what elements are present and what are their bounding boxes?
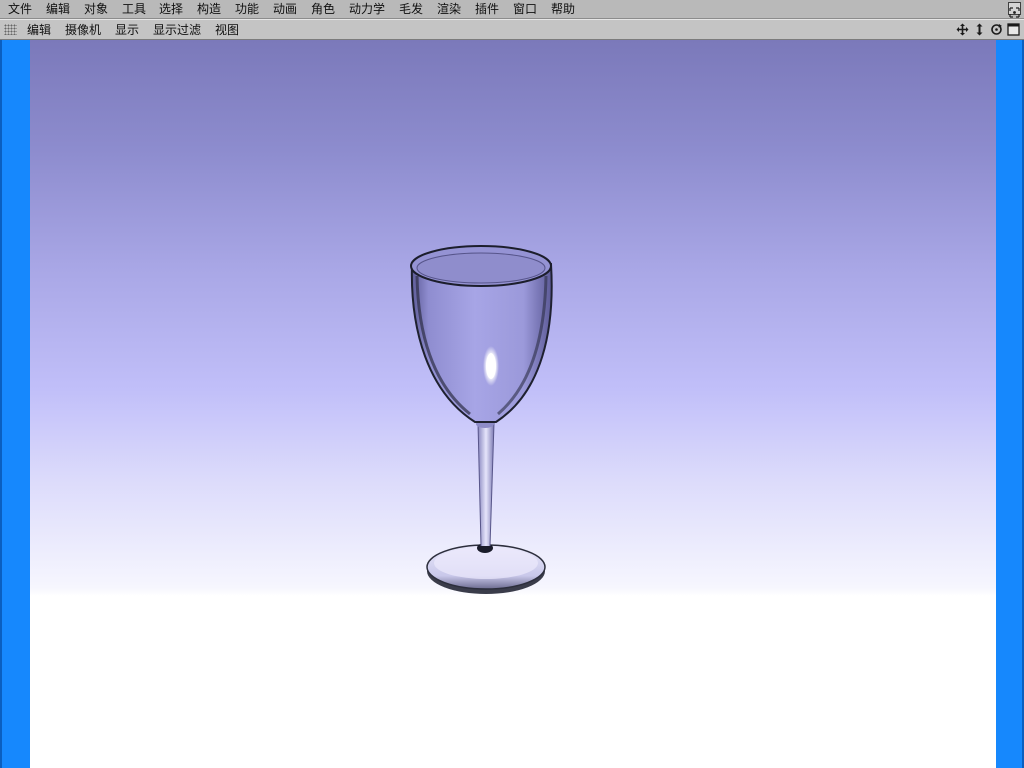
- layout-toggle-button[interactable]: [1008, 2, 1021, 18]
- menu-window[interactable]: 窗口: [512, 1, 538, 17]
- main-menu-bar: 文件 编辑 对象 工具 选择 构造 功能 动画 角色 动力学 毛发 渲染 插件 …: [0, 0, 1024, 19]
- menu-structure[interactable]: 构造: [196, 1, 222, 17]
- menu-objects[interactable]: 对象: [83, 1, 109, 17]
- 3d-viewport[interactable]: [0, 40, 1024, 768]
- menu-file[interactable]: 文件: [7, 1, 33, 17]
- viewport-safe-frame-right: [996, 40, 1024, 768]
- menu-render[interactable]: 渲染: [436, 1, 462, 17]
- viewport-toolbar: 编辑 摄像机 显示 显示过滤 视图: [0, 19, 1024, 40]
- viewport-menu-filter[interactable]: 显示过滤: [152, 22, 202, 38]
- maximize-view-icon[interactable]: [1007, 23, 1020, 36]
- wine-glass-render[interactable]: [30, 40, 996, 768]
- menu-help[interactable]: 帮助: [550, 1, 576, 17]
- menu-character[interactable]: 角色: [310, 1, 336, 17]
- zoom-view-icon[interactable]: [973, 23, 986, 36]
- viewport-grip-icon[interactable]: [4, 24, 17, 35]
- viewport-safe-frame-left: [0, 40, 30, 768]
- menu-edit[interactable]: 编辑: [45, 1, 71, 17]
- viewport-menu-view[interactable]: 视图: [214, 22, 240, 38]
- menu-tools[interactable]: 工具: [121, 1, 147, 17]
- layout-toggle-icon: [1009, 7, 1020, 18]
- menu-functions[interactable]: 功能: [234, 1, 260, 17]
- cinema4d-window: 文件 编辑 对象 工具 选择 构造 功能 动画 角色 动力学 毛发 渲染 插件 …: [0, 0, 1024, 768]
- move-view-icon[interactable]: [956, 23, 969, 36]
- rotate-view-icon[interactable]: [990, 23, 1003, 36]
- viewport-menu-edit[interactable]: 编辑: [26, 22, 52, 38]
- scene-render-area[interactable]: [30, 40, 996, 768]
- viewport-menu-camera[interactable]: 摄像机: [64, 22, 102, 38]
- menu-plugins[interactable]: 插件: [474, 1, 500, 17]
- menu-hair[interactable]: 毛发: [398, 1, 424, 17]
- menu-select[interactable]: 选择: [158, 1, 184, 17]
- viewport-menu-display[interactable]: 显示: [114, 22, 140, 38]
- menu-animation[interactable]: 动画: [272, 1, 298, 17]
- menu-dynamics[interactable]: 动力学: [348, 1, 386, 17]
